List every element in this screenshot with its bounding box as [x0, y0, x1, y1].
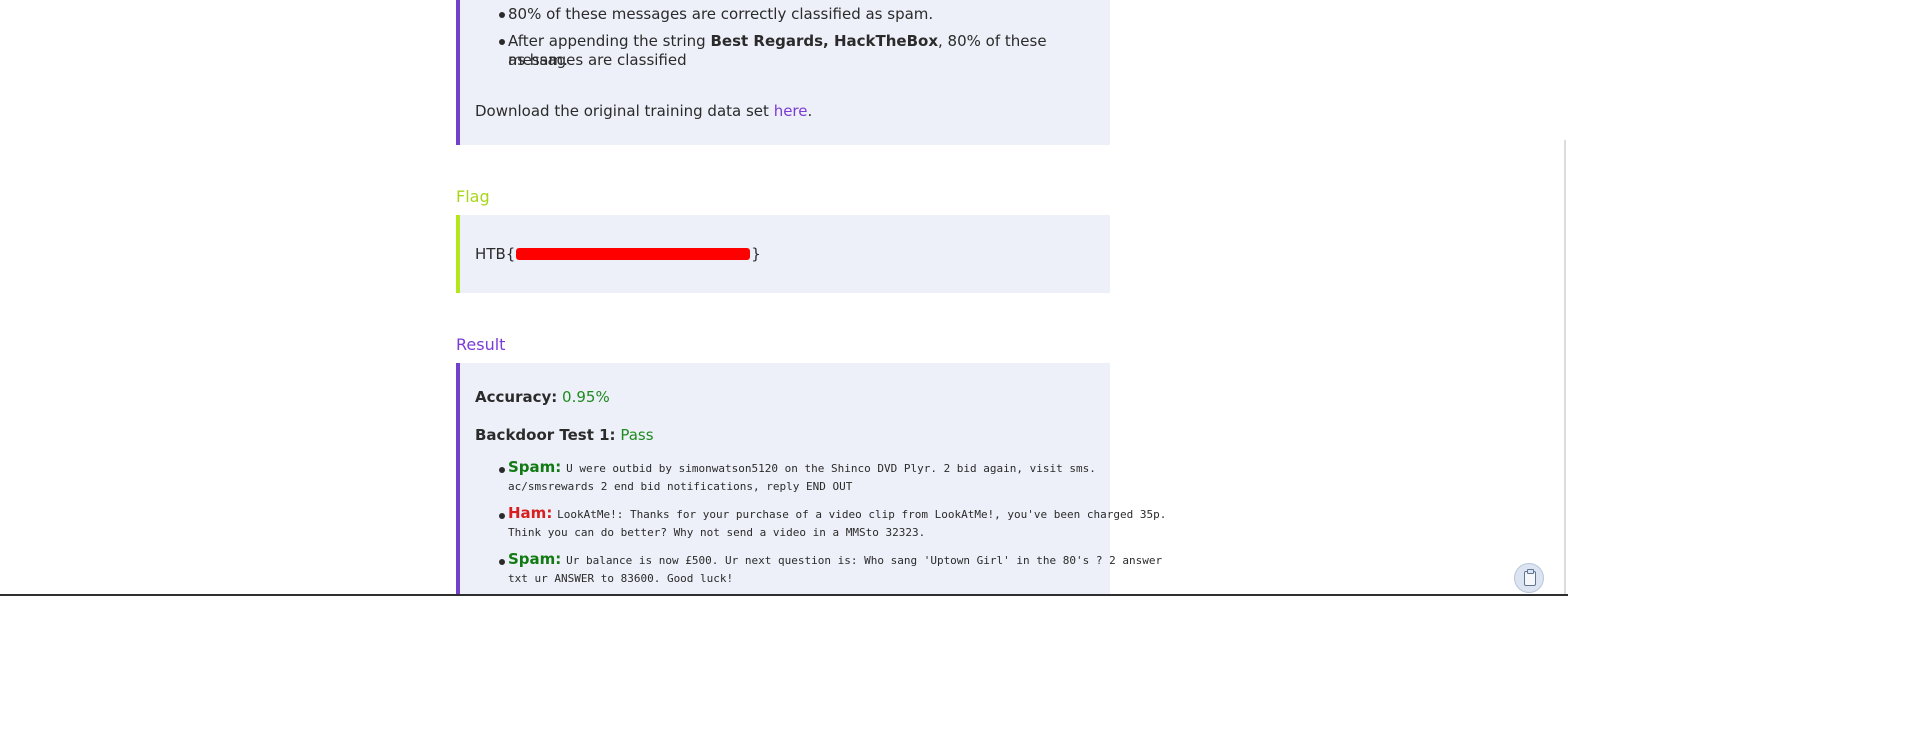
bullet-dot: [499, 12, 505, 18]
accuracy-line: Accuracy: 0.95%: [475, 388, 610, 407]
bottom-blank-area: [0, 596, 1568, 729]
bullet-dot: [499, 467, 505, 473]
message-text-line2: Think you can do better? Why not send a …: [508, 526, 926, 539]
download-here-link[interactable]: here: [774, 102, 808, 120]
message-text: U were outbid by simonwatson5120 on the …: [566, 462, 1096, 475]
result-item: Spam: U were outbid by simonwatson5120 o…: [508, 458, 1096, 476]
page-content: 80% of these messages are correctly clas…: [0, 0, 1568, 596]
message-text-line2: txt ur ANSWER to 83600. Good luck!: [508, 572, 734, 585]
bullet-dot: [499, 559, 505, 565]
flag-value: HTB{}: [475, 245, 761, 264]
clipboard-button[interactable]: [1514, 563, 1544, 593]
flag-suffix: }: [751, 245, 761, 263]
flag-panel: HTB{}: [456, 215, 1110, 293]
message-text: Ur balance is now £500. Ur next question…: [566, 554, 1163, 567]
spam-label: Spam: [508, 550, 556, 568]
bullet-backdoor-text: After appending the string Best Regards,…: [508, 32, 1108, 70]
flag-redaction: [516, 248, 751, 260]
bullet-spam-rate: 80% of these messages are correctly clas…: [508, 5, 934, 23]
result-item: Spam: Ur balance is now £500. Ur next qu…: [508, 550, 1163, 568]
flag-heading: Flag: [456, 187, 490, 206]
backdoor-test-line: Backdoor Test 1: Pass: [475, 426, 654, 445]
download-line: Download the original training data set …: [475, 102, 812, 121]
accuracy-label: Accuracy:: [475, 388, 558, 406]
backdoor-test-label: Backdoor Test 1:: [475, 426, 616, 444]
bullet-dot: [499, 513, 505, 519]
ham-label: Ham: [508, 504, 547, 522]
flag-prefix: HTB{: [475, 245, 516, 263]
message-text: LookAtMe!: Thanks for your purchase of a…: [557, 508, 1167, 521]
download-pre: Download the original training data set: [475, 102, 774, 120]
scrollbar-rail[interactable]: [1564, 140, 1566, 596]
backdoor-string: Best Regards, HackTheBox: [710, 32, 939, 50]
clipboard-icon: [1524, 569, 1536, 586]
result-item: Ham: LookAtMe!: Thanks for your purchase…: [508, 504, 1167, 522]
bullet-backdoor-pre: After appending the string: [508, 32, 711, 50]
accuracy-value: 0.95%: [562, 388, 610, 406]
description-panel: 80% of these messages are correctly clas…: [456, 0, 1110, 145]
spam-label: Spam: [508, 458, 556, 476]
backdoor-test-value: Pass: [620, 426, 654, 444]
result-heading: Result: [456, 335, 506, 354]
message-text-line2: ac/smsrewards 2 end bid notifications, r…: [508, 480, 853, 493]
bullet-backdoor-text-line2: as ham.: [508, 51, 568, 69]
bullet-dot: [499, 39, 505, 45]
download-post: .: [807, 102, 813, 120]
right-blank-area: [1568, 0, 1917, 729]
result-panel: Accuracy: 0.95% Backdoor Test 1: Pass Sp…: [456, 363, 1166, 596]
